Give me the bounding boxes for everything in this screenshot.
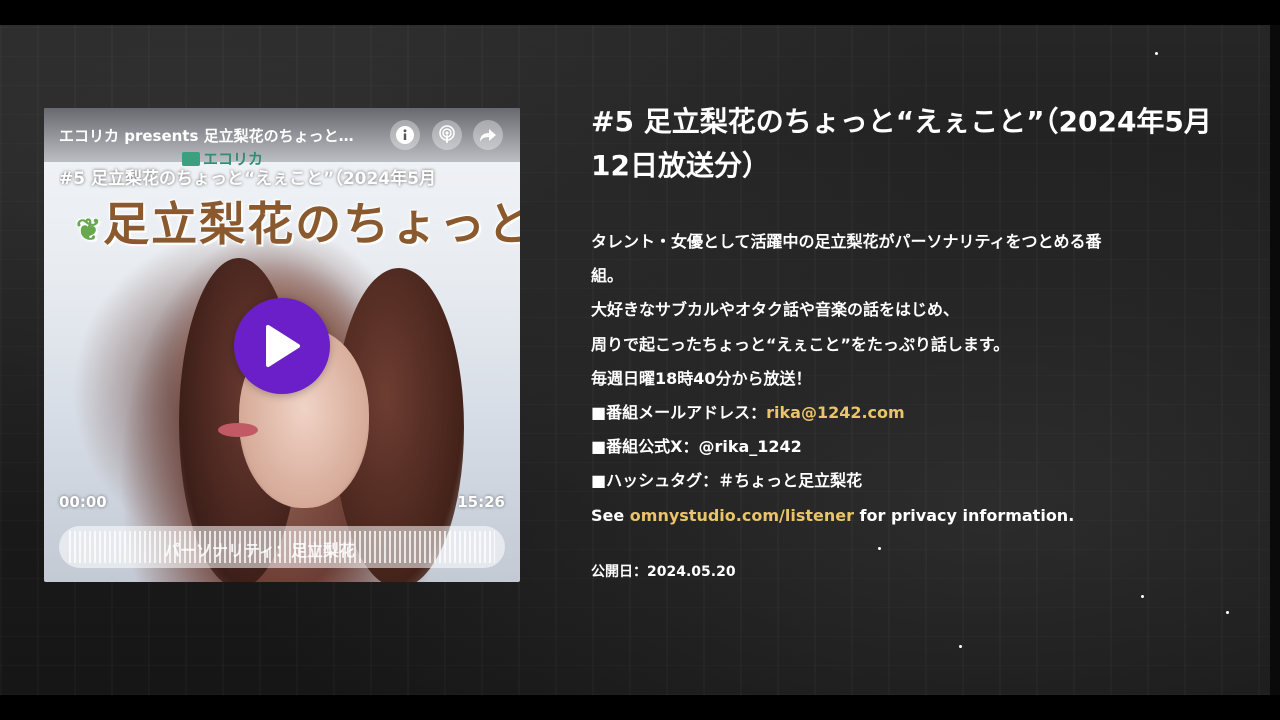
program-logo-text: 足立梨花のちょっと“えぇこと” (103, 197, 520, 251)
leaf-icon: ❦ (76, 213, 104, 248)
show-title[interactable]: エコリカ presents 足立梨花のちょっと… (59, 125, 377, 146)
window-edge (1270, 25, 1280, 695)
share-icon (480, 129, 496, 142)
privacy-prefix: See (591, 505, 630, 525)
background-sparkle (1226, 611, 1229, 614)
current-time: 00:00 (59, 493, 107, 511)
description-line: 毎週日曜18時40分から放送！ (591, 368, 812, 388)
description-line: 周りで起こったちょっと“えぇこと”をたっぷり話します。 (591, 334, 1010, 354)
mail-line: ■番組メールアドレス：rika@1242.com (591, 396, 1231, 430)
hashtag-line: ■ハッシュタグ：＃ちょっと足立梨花 (591, 471, 863, 491)
description-line: タレント・女優として活躍中の足立梨花がパーソナリティをつとめる番 (591, 232, 1102, 251)
podcast-icon (439, 125, 455, 143)
background-sparkle (1155, 52, 1158, 55)
background-sparkle (1141, 595, 1144, 598)
waveform-caption: パーソナリティ：足立梨花 (164, 541, 356, 560)
podcast-player-card: エコリカ presents 足立梨花のちょっと… エコリカ #5 足立梨花のちょ… (44, 108, 520, 582)
privacy-line: See omnystudio.com/listener for privacy … (591, 499, 1231, 533)
podcast-subscribe-button[interactable] (432, 120, 462, 150)
play-button[interactable] (234, 298, 330, 394)
info-icon (396, 126, 414, 144)
share-button[interactable] (473, 120, 503, 150)
cover-art-detail (218, 423, 258, 437)
mail-link[interactable]: rika@1242.com (766, 403, 905, 422)
description-line: 大好きなサブカルやオタク話や音楽の話をはじめ、 (591, 300, 960, 320)
mail-label: ■番組メールアドレス： (591, 402, 767, 422)
play-icon (266, 325, 300, 367)
published-date: 公開日：2024.05.20 (591, 564, 736, 580)
episode-subtitle: #5 足立梨花のちょっと“えぇこと”（2024年5月 (59, 169, 436, 189)
episode-description: タレント・女優として活躍中の足立梨花がパーソナリティをつとめる番 組。 大好きな… (591, 225, 1231, 533)
description-line: 組。 (591, 266, 624, 286)
info-button[interactable] (390, 120, 420, 150)
privacy-suffix: for privacy information. (853, 505, 1075, 525)
episode-title: #5 足立梨花のちょっと“えぇこと”（2024年5月12日放送分） (591, 105, 1212, 182)
x-account-line: ■番組公式X：@rika_1242 (591, 437, 802, 457)
duration: 15:26 (457, 493, 505, 511)
privacy-link[interactable]: omnystudio.com/listener (630, 506, 854, 525)
waveform-seekbar[interactable]: パーソナリティ：足立梨花 (59, 526, 505, 568)
background-sparkle (878, 547, 881, 550)
program-logo-art: ❦足立梨花のちょっと“えぇこと” (76, 188, 520, 254)
background-sparkle (959, 645, 962, 648)
